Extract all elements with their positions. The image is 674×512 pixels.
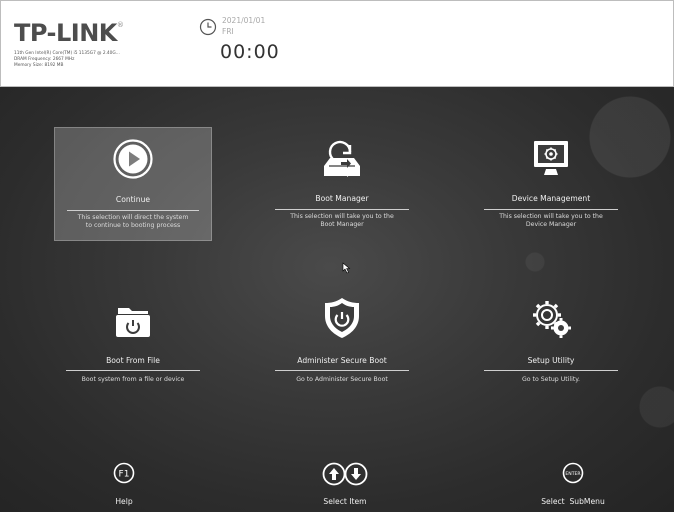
select-item-hint[interactable]: Select Item bbox=[300, 460, 390, 508]
administer-secure-boot-label: Administer Secure Boot bbox=[297, 356, 387, 365]
f1-key-icon: F1 bbox=[113, 462, 135, 484]
system-info: 11th Gen Intel(R) Core(TM) i5 1135G7 @ 2… bbox=[14, 51, 120, 70]
brand-logo: TP-LINK® bbox=[14, 19, 124, 47]
svg-text:ENTER: ENTER bbox=[565, 471, 581, 477]
divider bbox=[275, 370, 409, 371]
select-submenu-label: Select SubMenu bbox=[541, 497, 605, 506]
select-submenu-hint[interactable]: ENTER Select SubMenu bbox=[525, 460, 621, 508]
continue-tile[interactable]: Continue This selection will direct the … bbox=[54, 127, 212, 241]
setup-utility-label: Setup Utility bbox=[527, 356, 575, 365]
boot-from-file-label: Boot From File bbox=[106, 356, 160, 365]
weekday-text: FRI bbox=[222, 27, 234, 36]
date-text: 2021/01/01 bbox=[222, 16, 266, 25]
divider bbox=[275, 209, 409, 210]
administer-secure-boot-desc: Go to Administer Secure Boot bbox=[296, 376, 388, 383]
divider bbox=[484, 370, 618, 371]
help-label: Help bbox=[115, 497, 133, 506]
enter-key-icon: ENTER bbox=[562, 462, 584, 484]
setup-utility-tile[interactable]: Setup Utility Go to Setup Utility. bbox=[472, 290, 630, 390]
time-text: 00:00 bbox=[220, 41, 280, 63]
clock-icon bbox=[199, 18, 217, 36]
folder-power-icon bbox=[116, 308, 150, 337]
boot-manager-label: Boot Manager bbox=[315, 194, 369, 203]
boot-manager-tile[interactable]: Boot Manager This selection will take yo… bbox=[263, 127, 421, 241]
up-down-arrows-icon bbox=[322, 462, 368, 486]
svg-text:F1: F1 bbox=[119, 470, 130, 480]
divider bbox=[66, 370, 200, 371]
memory-info: Memory Size: 8192 MB bbox=[14, 63, 64, 69]
divider bbox=[484, 209, 618, 210]
device-management-desc: This selection will take you to the Devic… bbox=[499, 213, 603, 229]
header-bar: TP-LINK® 11th Gen Intel(R) Core(TM) i5 1… bbox=[0, 0, 674, 87]
monitor-gear-icon bbox=[534, 141, 568, 175]
boot-from-file-desc: Boot system from a file or device bbox=[81, 376, 185, 383]
help-hint[interactable]: F1 Help bbox=[84, 460, 164, 508]
gears-icon bbox=[533, 301, 571, 338]
select-item-label: Select Item bbox=[323, 497, 367, 506]
device-management-tile[interactable]: Device Management This selection will ta… bbox=[472, 127, 630, 241]
boot-from-file-tile[interactable]: Boot From File Boot system from a file o… bbox=[54, 290, 212, 390]
continue-desc: This selection will direct the system to … bbox=[77, 214, 189, 230]
play-icon bbox=[113, 139, 153, 179]
setup-utility-desc: Go to Setup Utility. bbox=[522, 376, 580, 383]
divider bbox=[67, 210, 199, 211]
mouse-cursor-icon bbox=[342, 262, 351, 274]
device-management-label: Device Management bbox=[511, 194, 591, 203]
continue-label: Continue bbox=[115, 195, 151, 204]
boot-manager-desc: This selection will take you to the Boot … bbox=[290, 213, 394, 229]
boot-manager-icon bbox=[324, 140, 360, 177]
administer-secure-boot-tile[interactable]: Administer Secure Boot Go to Administer … bbox=[263, 290, 421, 390]
shield-power-icon bbox=[325, 298, 359, 338]
